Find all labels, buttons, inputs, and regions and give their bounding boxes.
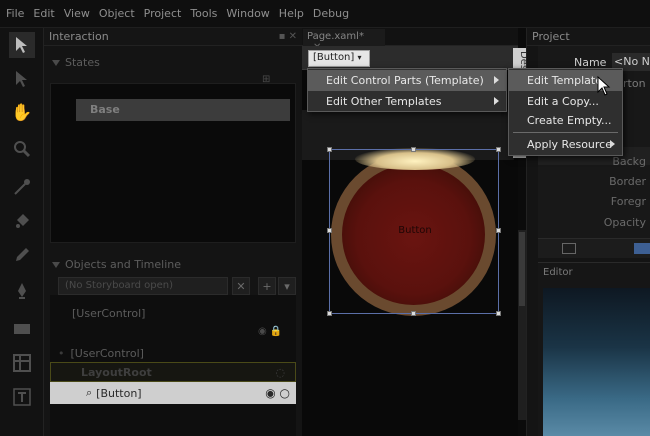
menu-file[interactable]: File <box>6 7 24 20</box>
context-menu: Edit Control Parts (Template) Edit Other… <box>307 68 507 112</box>
menu-separator <box>513 132 618 133</box>
resize-handle-tr[interactable] <box>496 147 501 152</box>
rectangle-icon[interactable] <box>9 316 35 342</box>
menu-help[interactable]: Help <box>279 7 304 20</box>
eye-lock-icons[interactable]: ◉ 🔒 <box>258 326 282 337</box>
pen-icon[interactable] <box>9 278 35 304</box>
mouse-cursor-icon <box>597 75 611 99</box>
submenu-arrow-icon <box>494 97 499 105</box>
project-panel-header: Project <box>527 28 650 46</box>
tab-page-xaml[interactable]: Page.xaml* ✕ <box>303 29 385 53</box>
interaction-panel-title: Interaction <box>49 30 109 43</box>
menu-item-label: Edit Template <box>527 74 602 87</box>
paint-bucket-icon[interactable] <box>9 208 35 234</box>
menu-tools[interactable]: Tools <box>190 7 217 20</box>
menubar: File Edit View Object Project Tools Wind… <box>0 0 650 28</box>
close-storyboard-button[interactable]: ✕ <box>232 277 250 295</box>
menu-item-apply-resource[interactable]: Apply Resource <box>509 134 622 155</box>
tree-row-usercontrol[interactable]: • [UserControl] <box>58 343 294 363</box>
direct-select-arrow-icon[interactable] <box>9 66 35 92</box>
editor-label: Editor <box>543 267 573 278</box>
menu-edit[interactable]: Edit <box>33 7 54 20</box>
resize-handle-tl[interactable] <box>327 147 332 152</box>
objects-section-header[interactable]: Objects and Timeline <box>52 258 181 271</box>
tree-row-layoutroot[interactable]: LayoutRoot ◌ <box>50 362 296 382</box>
tree-row-button[interactable]: ⌕ [Button] ◉ ○ <box>50 382 296 404</box>
resize-handle-br[interactable] <box>496 311 501 316</box>
menu-item-label: Edit Control Parts (Template) <box>326 74 484 87</box>
interaction-panel-header: Interaction ▪ ✕ <box>44 28 302 46</box>
collapse-triangle-icon <box>52 261 60 268</box>
property-background[interactable]: Backg <box>612 155 646 168</box>
project-panel-title: Project <box>532 30 570 43</box>
property-borderbrush[interactable]: Border <box>609 175 646 188</box>
toolbox: ✋ <box>0 28 44 436</box>
tab-page-xaml-label: Page.xaml* <box>307 31 364 42</box>
resize-handle-r[interactable] <box>496 228 501 233</box>
eye-icon[interactable]: ◉ ○ <box>265 386 290 400</box>
new-storyboard-button[interactable]: + <box>258 277 276 295</box>
chevron-down-icon: ▾ <box>357 53 362 62</box>
panel-pin-close-icon[interactable]: ▪ ✕ <box>279 31 297 42</box>
menu-project[interactable]: Project <box>144 7 182 20</box>
storyboard-selector[interactable]: (No Storyboard open) <box>58 277 228 295</box>
grid-layout-icon[interactable] <box>9 350 35 376</box>
collapse-triangle-icon <box>52 59 60 66</box>
states-title: States <box>65 56 100 69</box>
property-foreground[interactable]: Foregr <box>611 195 646 208</box>
color-gradient-picker[interactable] <box>543 288 650 436</box>
resize-handle-bl[interactable] <box>327 311 332 316</box>
bullet-icon: • <box>58 346 65 360</box>
type-label: rton <box>623 77 646 90</box>
menu-item-edit-control-parts[interactable]: Edit Control Parts (Template) <box>308 70 506 91</box>
resize-handle-b[interactable] <box>411 311 416 316</box>
menu-item-edit-other-templates[interactable]: Edit Other Templates <box>308 91 506 112</box>
button-content-text: Button <box>398 225 432 236</box>
visibility-icon[interactable]: ◌ <box>275 366 285 379</box>
property-opacity[interactable]: Opacity <box>604 216 646 229</box>
solid-brush-icon[interactable] <box>634 243 650 254</box>
submenu-arrow-icon <box>494 76 499 84</box>
scope-root[interactable]: [UserControl] <box>58 302 294 324</box>
eyedropper-icon[interactable] <box>9 174 35 200</box>
breadcrumb-button[interactable]: [Button] ▾ <box>308 50 370 67</box>
scrollbar-thumb[interactable] <box>519 232 525 306</box>
tree-label-button: [Button] <box>96 386 142 400</box>
tree-label-usercontrol: [UserControl] <box>70 346 144 360</box>
tree-label-layoutroot: LayoutRoot <box>81 365 152 379</box>
base-state-item[interactable]: Base <box>76 99 290 121</box>
resize-handle-l[interactable] <box>327 228 332 233</box>
pencil-icon[interactable] <box>9 242 35 268</box>
objects-title: Objects and Timeline <box>65 258 182 271</box>
selection-arrow-icon[interactable] <box>9 32 35 58</box>
no-brush-icon[interactable] <box>562 243 576 254</box>
menu-item-label: Edit Other Templates <box>326 95 442 108</box>
menu-item-create-empty[interactable]: Create Empty... <box>509 110 622 131</box>
menu-item-label: Create Empty... <box>527 114 612 127</box>
menu-item-label: Edit a Copy... <box>527 95 599 108</box>
button-type-icon: ⌕ <box>86 386 93 399</box>
menu-debug[interactable]: Debug <box>313 7 349 20</box>
breadcrumb-button-label: [Button] <box>313 52 355 63</box>
scope-root-label: [UserControl] <box>72 306 146 320</box>
brush-type-tabs <box>538 238 650 258</box>
menu-item-label: Apply Resource <box>527 138 612 151</box>
states-section-header[interactable]: States <box>52 56 100 69</box>
pan-hand-icon[interactable]: ✋ <box>9 100 35 126</box>
submenu-arrow-icon <box>610 140 615 148</box>
menu-window[interactable]: Window <box>226 7 269 20</box>
text-tool-icon[interactable] <box>9 384 35 410</box>
storyboard-options-button[interactable]: ▾ <box>278 277 296 295</box>
zoom-icon[interactable] <box>9 136 35 162</box>
menu-view[interactable]: View <box>64 7 90 20</box>
resize-handle-t[interactable] <box>411 147 416 152</box>
menu-object[interactable]: Object <box>99 7 135 20</box>
